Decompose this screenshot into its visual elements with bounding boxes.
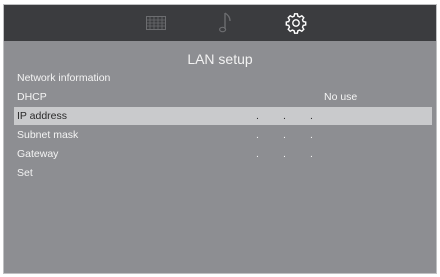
- menu-item-dhcp[interactable]: DHCP No use: [14, 88, 432, 106]
- top-tab-bar: [4, 5, 436, 41]
- subnet-mask-value: ...: [256, 129, 313, 141]
- menu-item-label: Set: [17, 167, 33, 179]
- gateway-value: ...: [256, 148, 313, 160]
- menu-item-gateway[interactable]: Gateway ...: [14, 145, 432, 163]
- dhcp-value: No use: [324, 91, 358, 103]
- menu-item-network-information[interactable]: Network information: [14, 69, 432, 87]
- page-title: LAN setup: [187, 51, 253, 67]
- menu-item-ip-address[interactable]: IP address ...: [14, 107, 432, 125]
- settings-screen: LAN setup Network information DHCP No us…: [3, 4, 437, 274]
- menu-item-label: IP address: [17, 110, 68, 122]
- menu-item-label: Gateway: [17, 148, 59, 160]
- ip-address-value: ...: [256, 110, 313, 122]
- gear-icon[interactable]: [282, 5, 310, 41]
- menu-item-label: Network information: [17, 72, 111, 84]
- music-note-icon[interactable]: [214, 5, 238, 41]
- menu-item-set[interactable]: Set: [14, 164, 432, 182]
- menu-item-subnet-mask[interactable]: Subnet mask ...: [14, 126, 432, 144]
- grid-icon[interactable]: [144, 5, 168, 41]
- menu-item-label: Subnet mask: [17, 129, 79, 141]
- menu-item-label: DHCP: [17, 91, 47, 103]
